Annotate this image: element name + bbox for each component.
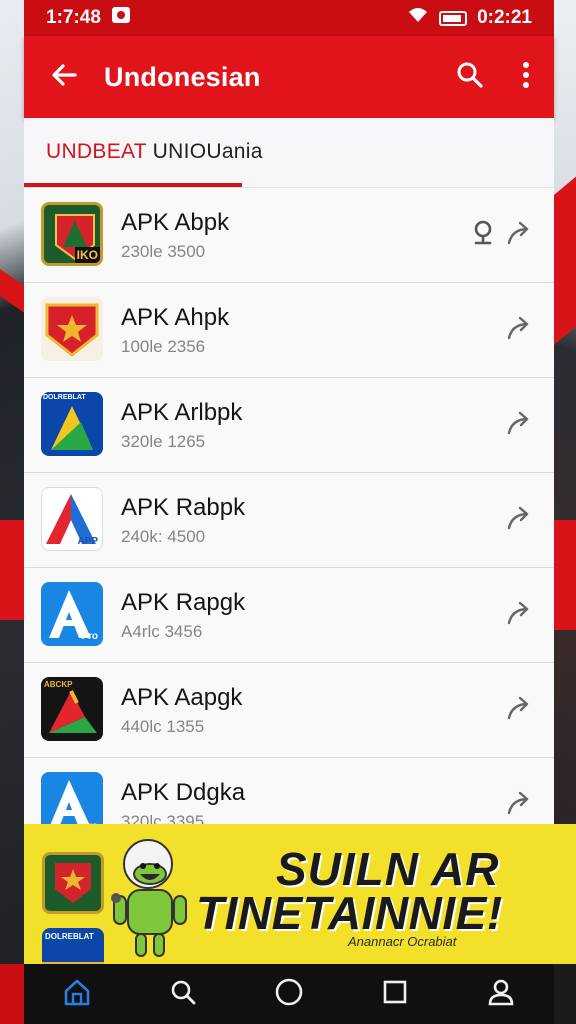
item-title: APK Ahpk: [121, 304, 230, 331]
list-item[interactable]: APK Ahpk 100le 2356: [24, 283, 554, 378]
share-icon[interactable]: [504, 693, 534, 723]
icon-badge: IKO: [74, 247, 100, 263]
item-subtitle: 230le 3500: [121, 242, 206, 261]
share-icon[interactable]: [504, 218, 534, 248]
promo-banner[interactable]: DOLREBLAT SUILN AR TINETAINNIE! Anannacr…: [24, 824, 576, 964]
more-options-button[interactable]: [498, 36, 554, 118]
share-icon[interactable]: [504, 788, 534, 818]
app-icon: Pro: [41, 582, 103, 646]
app-icon: DOLREBLAT: [41, 392, 103, 456]
list-item[interactable]: APP APK Rabpk 240k: 4500: [24, 473, 554, 568]
list-item[interactable]: Pro APK Rapgk A4rlc 3456: [24, 568, 554, 663]
banner-headline-2: TINETAINNIE!: [196, 887, 503, 939]
share-icon[interactable]: [504, 313, 534, 343]
item-title: APK Rabpk: [121, 494, 246, 521]
item-subtitle: 440lc 1355: [121, 717, 205, 736]
home-icon: [62, 977, 92, 1012]
icon-header: DOLREBLAT: [43, 394, 86, 401]
nav-edge-left: [0, 964, 24, 1024]
banner-app-icon-1: [42, 852, 104, 914]
banner-icon-label: DOLREBLAT: [45, 932, 94, 941]
icon-badge: APP: [77, 536, 98, 547]
content-panel: UNDBEAT UNIOUania IKO APK Abpk 230le 350…: [24, 118, 554, 853]
item-title: APK Abpk: [121, 209, 230, 236]
status-time: 1:7:48: [46, 7, 101, 28]
banner-app-icon-2: DOLREBLAT: [42, 928, 104, 964]
share-icon[interactable]: [504, 408, 534, 438]
profile-icon: [486, 977, 516, 1012]
share-icon[interactable]: [504, 503, 534, 533]
item-subtitle: A4rlc 3456: [121, 622, 203, 641]
item-subtitle: 240k: 4500: [121, 527, 206, 546]
app-bar: Undonesian: [24, 36, 554, 118]
search-icon: [169, 978, 197, 1011]
share-icon[interactable]: [504, 598, 534, 628]
item-subtitle: 100le 2356: [121, 337, 206, 356]
more-vert-icon: [522, 61, 530, 94]
tab-label-accent: UNDBEAT: [46, 140, 147, 163]
icon-header: ABCKP: [44, 680, 73, 689]
tab-indicator: [24, 183, 242, 187]
banner-caption: Anannacr Ocrabiat: [348, 934, 457, 949]
item-subtitle: 320le 1265: [121, 432, 206, 451]
tab-strip: UNDBEAT UNIOUania: [24, 118, 554, 188]
list-item[interactable]: ABCKP APK Aapgk 440lc 1355: [24, 663, 554, 758]
status-bar: 1:7:48 0:2:21: [24, 0, 554, 36]
app-icon: IKO: [41, 202, 103, 266]
wifi-icon: [407, 6, 429, 30]
item-title: APK Ddgka: [121, 779, 246, 806]
tab-active[interactable]: UNDBEAT UNIOUania: [46, 140, 263, 164]
app-icon: [41, 297, 103, 361]
circle-icon: [274, 977, 304, 1012]
pin-icon[interactable]: [470, 218, 496, 248]
android-mascot-illustration: [110, 838, 196, 962]
notification-icon: [111, 6, 131, 30]
app-icon: APP: [41, 487, 103, 551]
nav-home-button[interactable]: [47, 964, 107, 1024]
nav-square-button[interactable]: [365, 964, 425, 1024]
item-title: APK Arlbpk: [121, 399, 243, 426]
item-title: APK Aapgk: [121, 684, 243, 711]
tab-label-rest: UNIOUania: [152, 140, 263, 163]
stripe-right-2: [552, 520, 576, 630]
nav-edge-right: [554, 964, 576, 1024]
list-item[interactable]: IKO APK Abpk 230le 3500: [24, 188, 554, 283]
app-title: Undonesian: [104, 61, 261, 92]
back-button[interactable]: [24, 36, 104, 118]
nav-circle-button[interactable]: [259, 964, 319, 1024]
nav-profile-button[interactable]: [471, 964, 531, 1024]
icon-badge: Pro: [81, 631, 98, 642]
battery-icon: [439, 10, 468, 26]
app-icon: ABCKP: [41, 677, 103, 741]
item-title: APK Rapgk: [121, 589, 246, 616]
arrow-left-icon: [50, 61, 78, 94]
search-icon: [456, 61, 484, 94]
nav-search-button[interactable]: [153, 964, 213, 1024]
list-item[interactable]: DOLREBLAT APK Arlbpk 320le 1265: [24, 378, 554, 473]
square-icon: [382, 979, 408, 1010]
search-button[interactable]: [442, 36, 498, 118]
bottom-navigation: [24, 964, 554, 1024]
status-clock-right: 0:2:21: [477, 7, 532, 28]
